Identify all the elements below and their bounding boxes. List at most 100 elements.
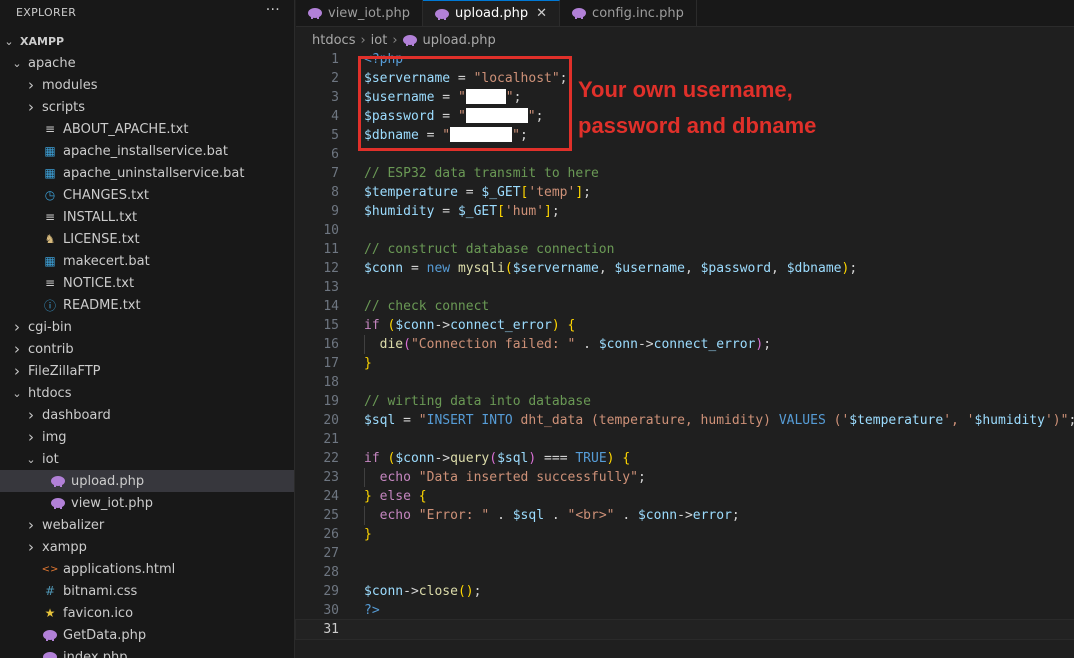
tree-item[interactable]: ⌄ apache: [0, 52, 294, 74]
code-line[interactable]: 31: [295, 619, 1074, 640]
line-number: 18: [323, 375, 339, 390]
code-text: }: [364, 354, 372, 373]
code-line[interactable]: 17}: [296, 354, 1074, 373]
tree-item[interactable]: ⌄ htdocs: [0, 382, 294, 404]
code-token: 'temp': [528, 185, 576, 200]
line-number: 1: [331, 52, 339, 67]
code-token: ): [465, 584, 474, 599]
tree-item[interactable]: upload.php: [0, 470, 294, 492]
code-token: }: [364, 489, 372, 504]
code-line[interactable]: 26}: [296, 525, 1074, 544]
tree-item[interactable]: ≡ INSTALL.txt: [0, 206, 294, 228]
code-text: if ($conn->query($sql) === TRUE) {: [364, 449, 630, 468]
tree-item[interactable]: ⌄ iot: [0, 448, 294, 470]
tree-item-label: GetData.php: [63, 627, 147, 643]
code-token: (: [489, 451, 498, 466]
tree-item-label: bitnami.css: [63, 583, 138, 599]
line-number: 9: [331, 204, 339, 219]
line-number: 30: [323, 603, 339, 618]
tree-item[interactable]: › modules: [0, 74, 294, 96]
code-line[interactable]: 11 // construct database connection: [296, 240, 1074, 259]
clock-icon: ◷: [44, 188, 56, 202]
tab-view-iot[interactable]: view_iot.php: [296, 0, 423, 26]
tree-item-label: htdocs: [28, 385, 72, 401]
tree-item[interactable]: ≡ NOTICE.txt: [0, 272, 294, 294]
tree-item[interactable]: view_iot.php: [0, 492, 294, 514]
breadcrumb-item-iot[interactable]: iot: [371, 33, 388, 48]
code-line[interactable]: 21: [296, 430, 1074, 449]
code-line[interactable]: 27: [296, 544, 1074, 563]
tree-item[interactable]: index.php: [0, 646, 294, 658]
line-number: 11: [323, 242, 339, 257]
code-token: }: [364, 527, 372, 542]
code-line[interactable]: 7 // ESP32 data transmit to here: [296, 164, 1074, 183]
code-token: $sql: [512, 508, 545, 523]
code-token: {: [418, 489, 427, 504]
tree-item[interactable]: ★ favicon.ico: [0, 602, 294, 624]
code-token: =: [434, 204, 458, 219]
code-line[interactable]: 30 ?>: [296, 601, 1074, 620]
close-icon[interactable]: ✕: [536, 6, 547, 21]
tree-item[interactable]: › xampp: [0, 536, 294, 558]
code-line[interactable]: 29 $conn->close();: [296, 582, 1074, 601]
php-shape: [43, 630, 57, 641]
php-icon: [434, 8, 449, 20]
tree-item-label: iot: [42, 451, 59, 467]
tree-item[interactable]: › FileZillaFTP: [0, 360, 294, 382]
code-line[interactable]: 16 die("Connection failed: " . $conn->co…: [296, 335, 1074, 354]
code-line[interactable]: 10: [296, 221, 1074, 240]
code-line[interactable]: 20 $sql = "INSERT INTO dht_data (temperat…: [296, 411, 1074, 430]
tree-item[interactable]: ♞ LICENSE.txt: [0, 228, 294, 250]
more-actions-icon[interactable]: ···: [266, 2, 280, 18]
php-icon: [308, 8, 322, 19]
tree-item[interactable]: › scripts: [0, 96, 294, 118]
tab-config-inc[interactable]: config.inc.php: [560, 0, 697, 26]
breadcrumb-item-htdocs[interactable]: htdocs: [312, 33, 355, 48]
breadcrumb-item-file[interactable]: upload.php: [423, 33, 496, 48]
tab-upload[interactable]: upload.php ✕: [422, 0, 561, 26]
code-line[interactable]: 28: [296, 563, 1074, 582]
code-line[interactable]: 22 if ($conn->query($sql) === TRUE) {: [296, 449, 1074, 468]
code-line[interactable]: 23 echo "Data inserted successfully";: [296, 468, 1074, 487]
code-line[interactable]: 12 $conn = new mysqli($servername, $usern…: [296, 259, 1074, 278]
code-line[interactable]: 15 if ($conn->connect_error) {: [296, 316, 1074, 335]
code-token: (: [457, 584, 466, 599]
line-number: 31: [323, 622, 339, 637]
tree-item[interactable]: › webalizer: [0, 514, 294, 536]
tree-item[interactable]: <> applications.html: [0, 558, 294, 580]
code-line[interactable]: 9 $humidity = $_GET['hum'];: [296, 202, 1074, 221]
tree-item[interactable]: ◷ CHANGES.txt: [0, 184, 294, 206]
tree-item-label: NOTICE.txt: [63, 275, 135, 291]
tree-item[interactable]: › contrib: [0, 338, 294, 360]
code-token: ->: [637, 337, 654, 352]
code-line[interactable]: 19 // wirting data into database: [296, 392, 1074, 411]
tree-item[interactable]: GetData.php: [0, 624, 294, 646]
tree-item[interactable]: › cgi-bin: [0, 316, 294, 338]
code-line[interactable]: 14 // check connect: [296, 297, 1074, 316]
code-token: ?>: [364, 603, 380, 618]
code-line[interactable]: 18: [296, 373, 1074, 392]
code-line[interactable]: 25 echo "Error: " . $sql . "<br>" . $con…: [296, 506, 1074, 525]
tree-item[interactable]: ≡ ABOUT_APACHE.txt: [0, 118, 294, 140]
tree-item-label: applications.html: [63, 561, 176, 577]
highlight-box: [358, 56, 572, 151]
tree-item[interactable]: ⌄ XAMPP: [0, 30, 294, 52]
code-line[interactable]: 13: [296, 278, 1074, 297]
code-line[interactable]: 24} else {: [296, 487, 1074, 506]
tree-item[interactable]: ▦ apache_uninstallservice.bat: [0, 162, 294, 184]
tree-item[interactable]: # bitnami.css: [0, 580, 294, 602]
tree-item[interactable]: › img: [0, 426, 294, 448]
tree-item-label: XAMPP: [20, 34, 65, 48]
line-number: 28: [323, 565, 339, 580]
tree-item[interactable]: ▦ makecert.bat: [0, 250, 294, 272]
tree-item[interactable]: ⓘ README.txt: [0, 294, 294, 316]
code-token: connect_error: [653, 337, 756, 352]
tree-item[interactable]: ▦ apache_installservice.bat: [0, 140, 294, 162]
code-line[interactable]: 8 $temperature = $_GET['temp'];: [296, 183, 1074, 202]
php-icon: [572, 8, 587, 19]
php-icon: [42, 630, 58, 641]
tree-item[interactable]: › dashboard: [0, 404, 294, 426]
php-icon: [50, 476, 66, 487]
